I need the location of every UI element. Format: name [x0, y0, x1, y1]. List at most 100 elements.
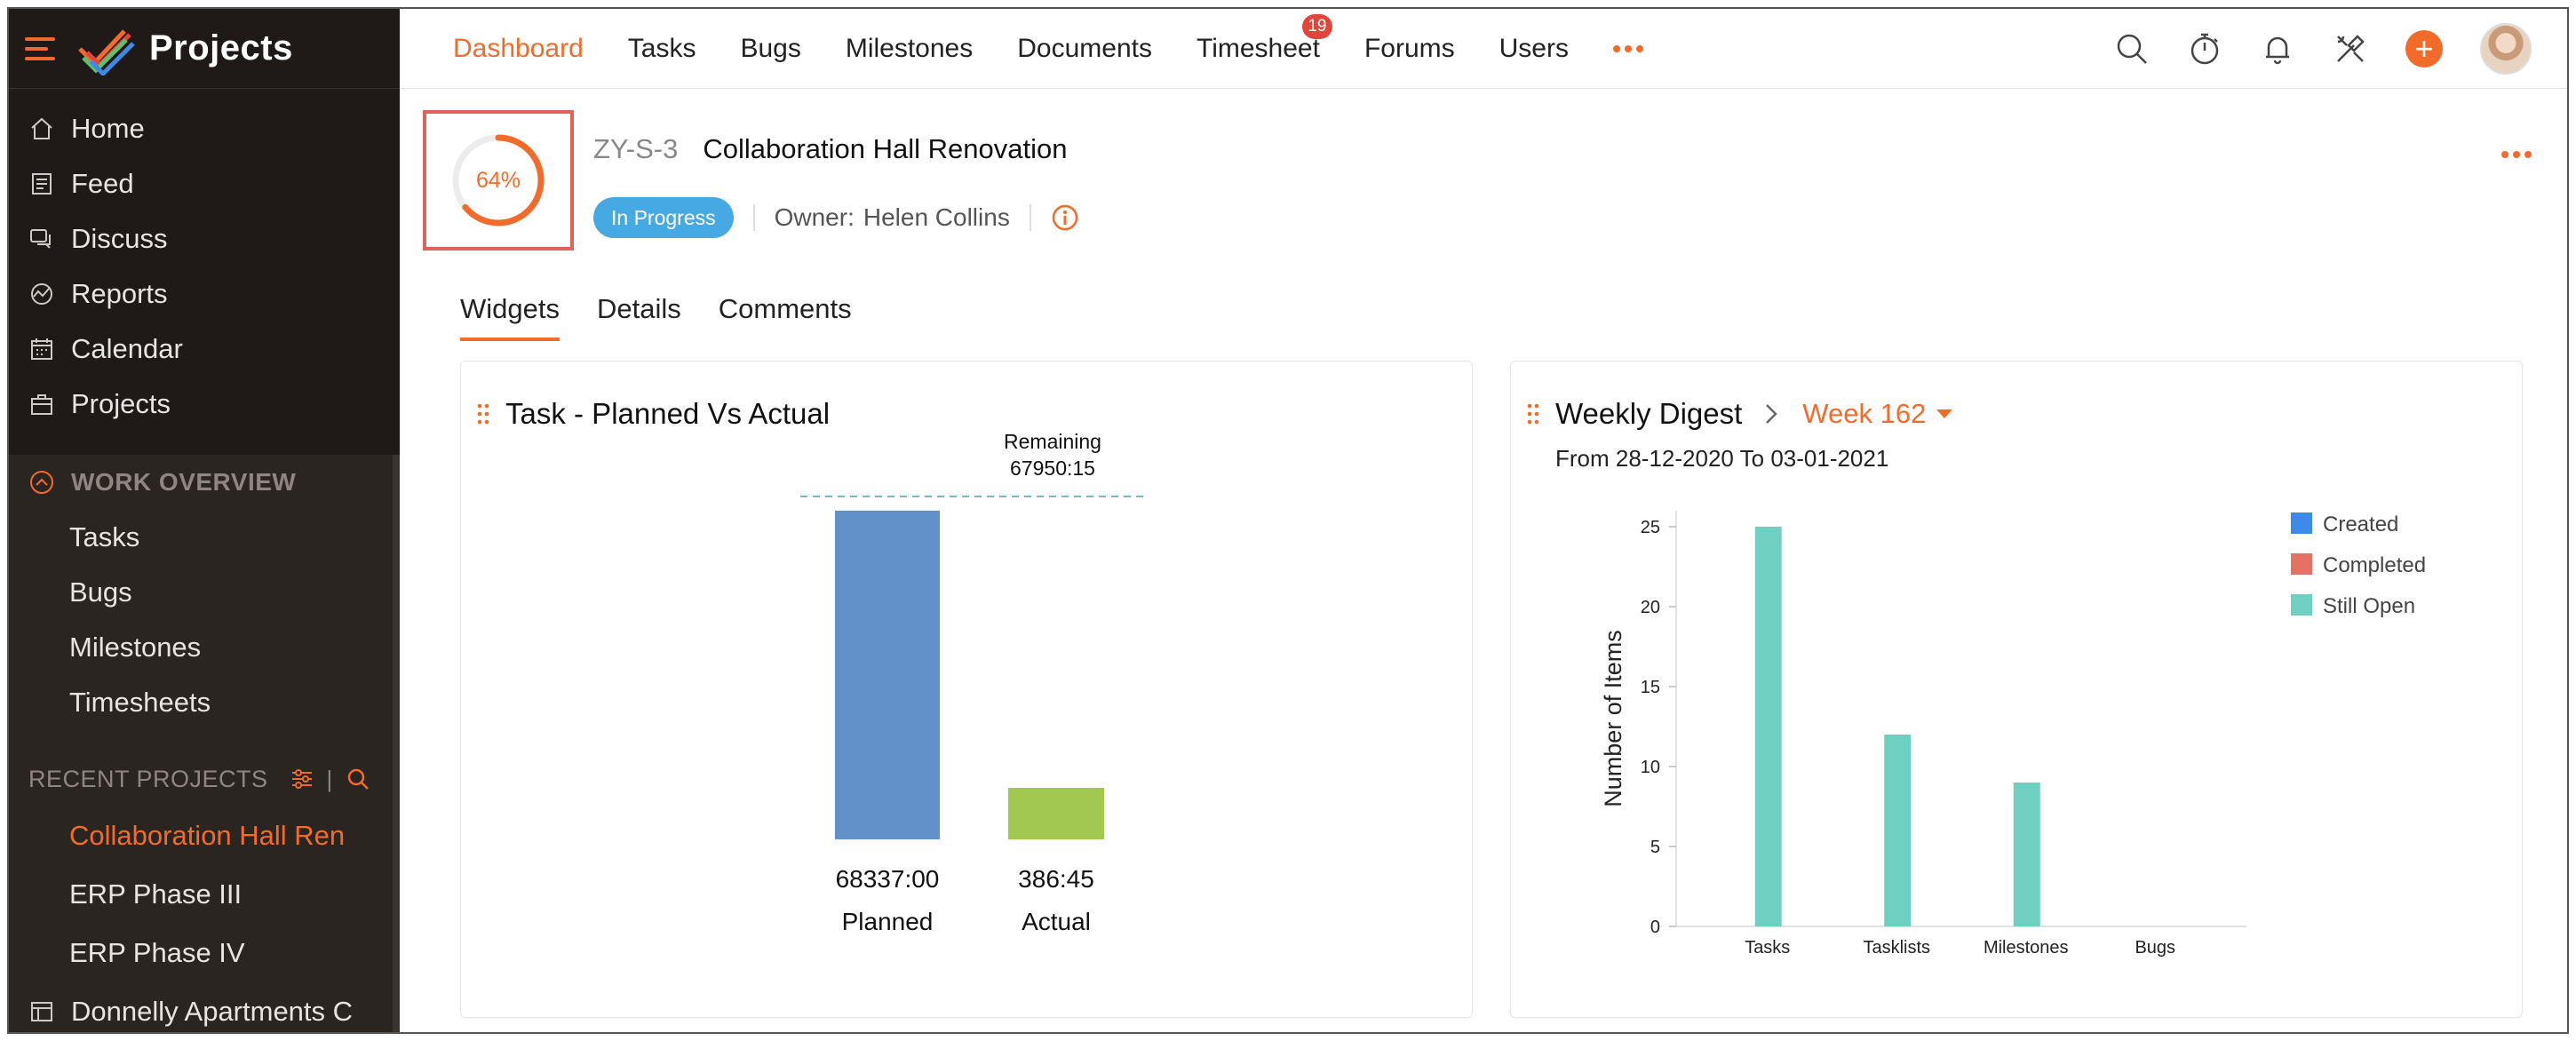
- tab-widgets[interactable]: Widgets: [460, 293, 560, 341]
- work-overview-title: WORK OVERVIEW: [71, 468, 297, 496]
- legend-label: Still Open: [2323, 594, 2415, 618]
- y-tick-label: 25: [1641, 518, 1660, 537]
- bar-still-open: [1754, 527, 1782, 926]
- tab-comments[interactable]: Comments: [719, 293, 852, 341]
- remaining-label: Remaining: [1004, 430, 1101, 453]
- work-item-tasks[interactable]: Tasks: [9, 510, 393, 565]
- sidebar-item-calendar[interactable]: Calendar: [9, 322, 400, 377]
- more-tabs-icon[interactable]: [1612, 44, 1643, 52]
- search-icon[interactable]: [346, 767, 370, 791]
- sidebar-item-label: Reports: [71, 278, 168, 309]
- projects-logo-icon: [78, 28, 135, 75]
- bar-still-open: [2013, 783, 2040, 926]
- tab-details[interactable]: Details: [597, 293, 681, 341]
- project-id: ZY-S-3: [593, 133, 679, 164]
- tools-icon[interactable]: [2333, 31, 2368, 67]
- top-navigation-bar: Dashboard Tasks Bugs Milestones Document…: [400, 9, 2567, 89]
- collapse-circle-icon: [30, 471, 53, 494]
- project-meta: In Progress Owner: Helen Collins: [593, 197, 1079, 238]
- weekly-digest-chart: 0 5 10 15 20 25 Tasks Tasklists Milestones Bugs C…: [1600, 511, 2426, 958]
- chart-legend: Created Completed Still Open: [2291, 513, 2426, 618]
- sidebar-item-label: Projects: [71, 388, 171, 419]
- user-avatar[interactable]: [2480, 23, 2532, 75]
- y-tick-label: 10: [1641, 758, 1660, 777]
- top-nav-tabs: Dashboard Tasks Bugs Milestones Document…: [400, 9, 1643, 88]
- actual-category-label: Actual: [1022, 908, 1091, 935]
- y-tick-label: 0: [1650, 918, 1660, 937]
- timesheet-count-badge: 19: [1301, 13, 1332, 39]
- owner-label: Owner:: [774, 203, 855, 231]
- sidebar-item-feed[interactable]: Feed: [9, 156, 400, 211]
- tab-timesheet[interactable]: Timesheet 19: [1197, 13, 1332, 64]
- recent-project-item[interactable]: ERP Phase III: [9, 865, 393, 924]
- recent-projects-tools: |: [290, 766, 370, 793]
- y-axis-label: Number of Items: [1600, 630, 1626, 807]
- y-tick-label: 5: [1650, 838, 1660, 857]
- project-tabs: Widgets Details Comments: [460, 293, 852, 341]
- bar-planned: [835, 510, 940, 839]
- tools-separator: |: [326, 765, 333, 792]
- x-tick-label: Tasklists: [1863, 938, 1930, 958]
- menu-icon[interactable]: [25, 36, 55, 60]
- bell-icon[interactable]: [2260, 31, 2295, 67]
- legend-label: Created: [2323, 513, 2398, 536]
- recent-project-item[interactable]: Collaboration Hall Ren: [9, 807, 393, 865]
- project-title: Collaboration Hall Renovation: [703, 133, 1068, 164]
- tab-milestones[interactable]: Milestones: [846, 34, 973, 64]
- recent-project-label: Donnelly Apartments C: [71, 996, 354, 1027]
- project-progress-ring: 64%: [423, 110, 574, 250]
- timer-icon[interactable]: [2187, 31, 2222, 67]
- legend-label: Completed: [2323, 553, 2426, 577]
- tab-users[interactable]: Users: [1499, 34, 1569, 64]
- bar-still-open: [1884, 735, 1912, 926]
- main-content: 64% ZY-S-3 Collaboration Hall Renovation…: [400, 89, 2567, 1032]
- work-overview-toggle[interactable]: WORK OVERVIEW: [9, 455, 393, 510]
- work-item-milestones[interactable]: Milestones: [9, 620, 393, 675]
- chart-bars: [1754, 527, 2040, 926]
- owner-name: Helen Collins: [863, 203, 1010, 231]
- sidebar-item-label: Home: [71, 113, 145, 144]
- sidebar-item-home[interactable]: Home: [9, 101, 400, 156]
- remaining-value: 67950:15: [1010, 457, 1095, 480]
- task-planned-vs-actual-widget: Task - Planned Vs Actual Remaining 67950…: [460, 361, 1473, 1018]
- project-more-icon[interactable]: [2501, 151, 2532, 158]
- search-icon[interactable]: [2114, 31, 2150, 67]
- y-tick-label: 15: [1641, 678, 1660, 697]
- tab-dashboard[interactable]: Dashboard: [453, 34, 584, 64]
- legend-swatch: [2291, 553, 2312, 575]
- recent-project-item[interactable]: ERP Phase IV: [9, 924, 393, 982]
- meta-divider: [752, 204, 755, 231]
- sidebar-item-discuss[interactable]: Discuss: [9, 211, 400, 266]
- tab-tasks[interactable]: Tasks: [628, 34, 696, 64]
- tab-forums[interactable]: Forums: [1364, 34, 1455, 64]
- work-item-bugs[interactable]: Bugs: [9, 565, 393, 620]
- discuss-icon: [30, 229, 51, 249]
- x-tick-label: Tasks: [1745, 938, 1790, 958]
- sidebar-scrollbar[interactable]: [393, 455, 400, 1032]
- sidebar-item-label: Calendar: [71, 333, 183, 364]
- filter-sliders-icon[interactable]: [290, 767, 314, 791]
- info-icon[interactable]: [1051, 203, 1079, 232]
- home-icon: [31, 117, 52, 139]
- quick-add-button[interactable]: +: [2405, 30, 2443, 68]
- tab-documents[interactable]: Documents: [1017, 34, 1152, 64]
- recent-projects-title: RECENT PROJECTS: [28, 765, 268, 792]
- work-item-timesheets[interactable]: Timesheets: [9, 675, 393, 730]
- progress-percent-label: 64%: [476, 168, 521, 193]
- x-tick-label: Milestones: [1984, 938, 2069, 958]
- sidebar-item-reports[interactable]: Reports: [9, 266, 400, 322]
- sidebar-item-projects[interactable]: Projects: [9, 377, 400, 432]
- sidebar-nav: Home Feed Discuss Reports Calendar Proje…: [9, 89, 400, 432]
- recent-project-item[interactable]: Donnelly Apartments C: [9, 982, 393, 1032]
- x-tick-label: Bugs: [2135, 938, 2175, 958]
- top-actions: +: [2114, 9, 2532, 89]
- reports-icon: [31, 283, 52, 305]
- planned-value-label: 68337:00: [836, 865, 940, 893]
- logo-bar: Projects: [9, 9, 400, 89]
- tab-bugs[interactable]: Bugs: [740, 34, 800, 64]
- recent-projects-header: RECENT PROJECTS |: [9, 751, 393, 807]
- meta-divider: [1029, 204, 1031, 231]
- sidebar: Projects Home Feed Discuss Reports Calen…: [9, 9, 400, 1032]
- status-badge[interactable]: In Progress: [593, 197, 734, 238]
- sidebar-item-label: Feed: [71, 168, 134, 199]
